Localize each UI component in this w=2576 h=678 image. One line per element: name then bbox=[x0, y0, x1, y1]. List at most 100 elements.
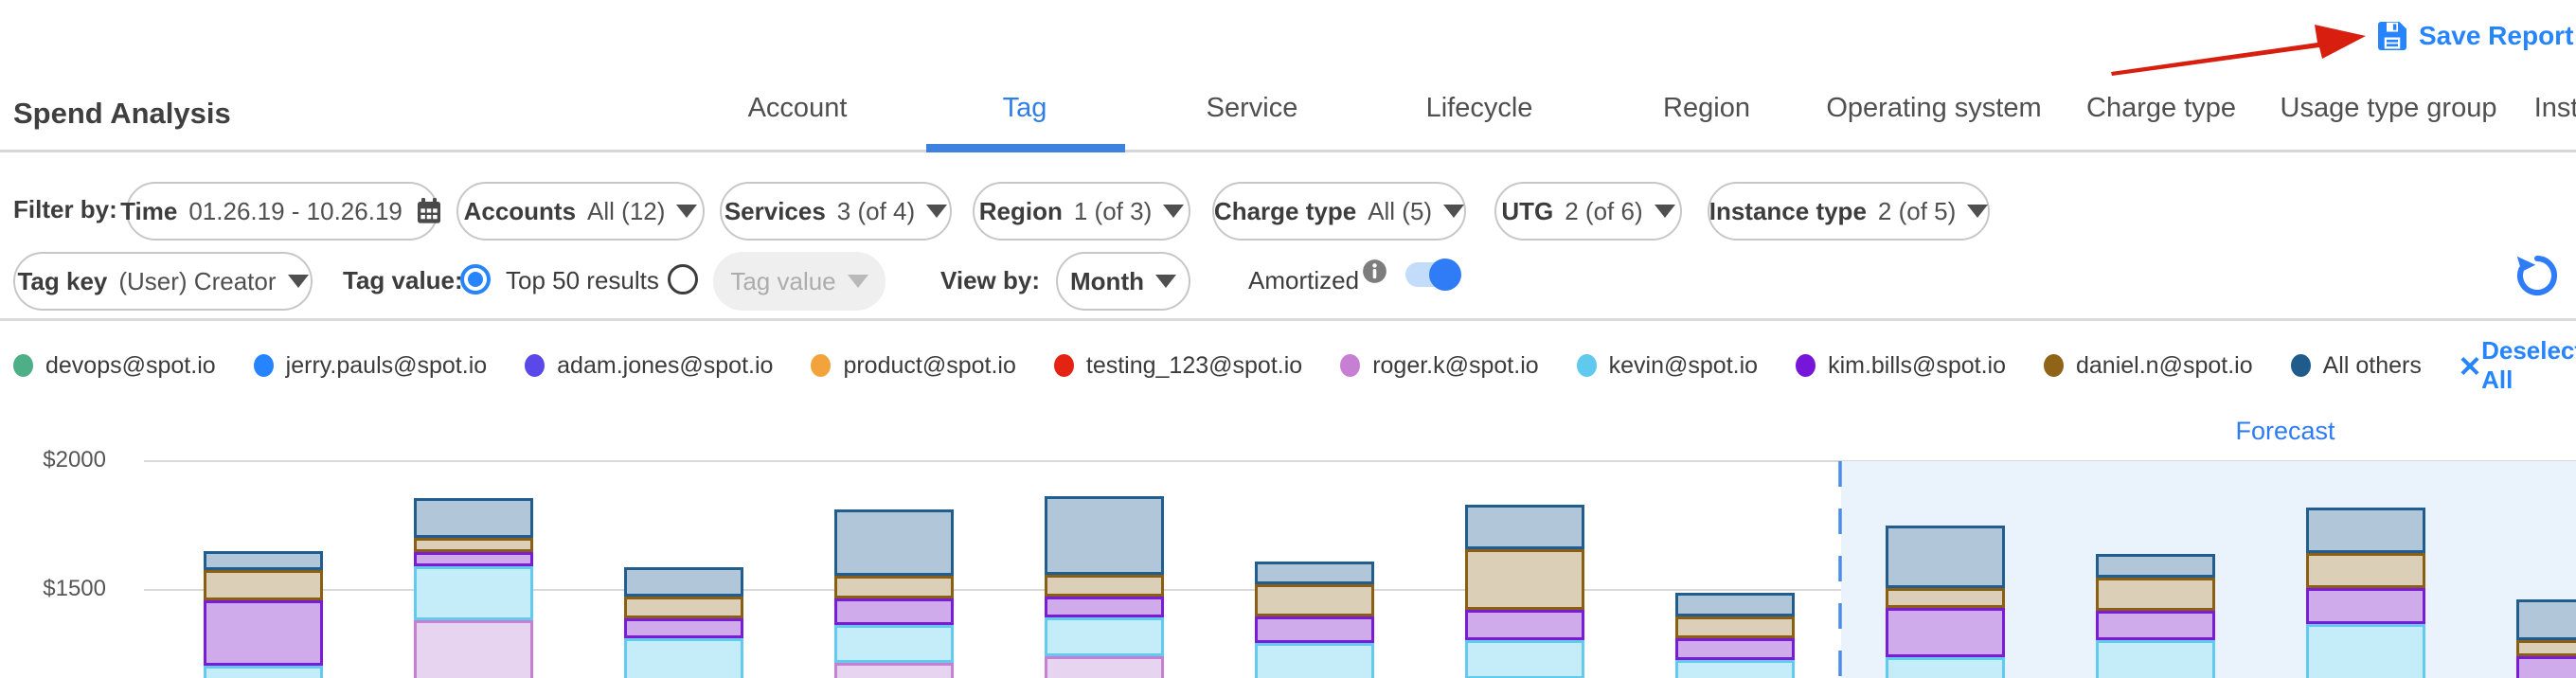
bar-segment[interactable] bbox=[2306, 508, 2425, 553]
bar-segment[interactable] bbox=[1465, 610, 1584, 641]
bar-segment[interactable] bbox=[2306, 588, 2425, 624]
tab-account[interactable]: Account bbox=[684, 93, 911, 124]
instance-type-filter-pill[interactable]: Instance type 2 (of 5) bbox=[1708, 182, 1990, 241]
calendar-icon bbox=[414, 196, 444, 226]
bars-layer bbox=[0, 398, 2576, 678]
bar-segment[interactable] bbox=[834, 598, 954, 626]
bar-segment[interactable] bbox=[1255, 584, 1374, 616]
legend-item[interactable]: All others bbox=[2291, 352, 2422, 380]
tag-value-radio[interactable] bbox=[668, 264, 698, 294]
legend-item[interactable]: daniel.n@spot.io bbox=[2044, 352, 2253, 380]
bar-segment[interactable] bbox=[624, 618, 743, 637]
tab-region[interactable]: Region bbox=[1593, 93, 1820, 124]
bar-segment[interactable] bbox=[624, 597, 743, 618]
legend-item-label: testing_123@spot.io bbox=[1086, 352, 1302, 380]
bar-segment[interactable] bbox=[414, 498, 533, 538]
bar-segment[interactable] bbox=[204, 600, 323, 666]
bar-segment[interactable] bbox=[1886, 608, 2005, 657]
bar-segment[interactable] bbox=[414, 566, 533, 620]
legend-item[interactable]: roger.k@spot.io bbox=[1340, 352, 1538, 380]
bar-segment[interactable] bbox=[1255, 643, 1374, 678]
bar-segment[interactable] bbox=[2096, 578, 2215, 611]
bar-segment[interactable] bbox=[1886, 657, 2005, 678]
save-report-button[interactable]: Save Report bbox=[2375, 19, 2573, 53]
tag-key-pill[interactable]: Tag key (User) Creator bbox=[13, 252, 313, 311]
bar-segment[interactable] bbox=[1045, 575, 1164, 597]
legend-item[interactable]: devops@spot.io bbox=[13, 352, 216, 380]
reset-icon[interactable] bbox=[2512, 250, 2563, 301]
bar-segment[interactable] bbox=[1045, 597, 1164, 617]
bar-segment[interactable] bbox=[414, 620, 533, 678]
tab-operating-system[interactable]: Operating system bbox=[1820, 93, 2048, 124]
bar-segment[interactable] bbox=[1886, 526, 2005, 588]
bar-segment[interactable] bbox=[624, 567, 743, 597]
tab-charge-type[interactable]: Charge type bbox=[2048, 93, 2275, 124]
bar-segment[interactable] bbox=[1675, 660, 1795, 678]
deselect-all-button[interactable]: Deselect All bbox=[2460, 336, 2576, 395]
caret-down-icon bbox=[1443, 205, 1464, 218]
bar-segment[interactable] bbox=[414, 538, 533, 552]
legend-item[interactable]: kim.bills@spot.io bbox=[1796, 352, 2006, 380]
info-icon[interactable] bbox=[1362, 259, 1387, 284]
bar-segment[interactable] bbox=[834, 576, 954, 598]
bar-segment[interactable] bbox=[1045, 496, 1164, 575]
amortized-toggle[interactable] bbox=[1405, 262, 1458, 287]
caret-down-icon bbox=[1967, 205, 1988, 218]
legend-item-label: kevin@spot.io bbox=[1609, 352, 1758, 380]
accounts-filter-pill[interactable]: Accounts All (12) bbox=[456, 182, 705, 241]
deselect-x-icon bbox=[2460, 356, 2474, 375]
services-filter-pill[interactable]: Services 3 (of 4) bbox=[720, 182, 952, 241]
view-by-dropdown[interactable]: Month bbox=[1056, 252, 1190, 311]
legend-item[interactable]: kevin@spot.io bbox=[1577, 352, 1758, 380]
tag-value-dropdown: Tag value bbox=[713, 252, 886, 311]
bar-segment[interactable] bbox=[1045, 617, 1164, 656]
instance-type-filter-value: 2 (of 5) bbox=[1878, 197, 1956, 226]
bar-segment[interactable] bbox=[1465, 505, 1584, 549]
charge-type-filter-pill[interactable]: Charge type All (5) bbox=[1212, 182, 1466, 241]
bar-segment[interactable] bbox=[204, 551, 323, 570]
bar-segment[interactable] bbox=[624, 638, 743, 678]
bar-segment[interactable] bbox=[204, 666, 323, 678]
time-filter-pill[interactable]: Time 01.26.19 - 10.26.19 bbox=[126, 182, 438, 241]
legend-item[interactable]: testing_123@spot.io bbox=[1054, 352, 1302, 380]
top-50-results-radio[interactable] bbox=[460, 264, 491, 294]
tab-tag[interactable]: Tag bbox=[911, 93, 1138, 124]
bar-segment[interactable] bbox=[1465, 640, 1584, 678]
legend-dot-icon bbox=[2291, 354, 2311, 377]
utg-filter-pill[interactable]: UTG 2 (of 6) bbox=[1494, 182, 1682, 241]
bar-segment[interactable] bbox=[1255, 562, 1374, 584]
bar-segment[interactable] bbox=[1886, 588, 2005, 609]
amortized-label: Amortized bbox=[1248, 266, 1359, 295]
bar-segment[interactable] bbox=[2306, 624, 2425, 678]
legend-item[interactable]: jerry.pauls@spot.io bbox=[254, 352, 488, 380]
tab-usage-type-group[interactable]: Usage type group bbox=[2275, 93, 2502, 124]
legend-item[interactable]: product@spot.io bbox=[811, 352, 1015, 380]
bar-segment[interactable] bbox=[834, 663, 954, 678]
bar-segment[interactable] bbox=[1675, 616, 1795, 638]
tab-service[interactable]: Service bbox=[1138, 93, 1366, 124]
top-50-results-label: Top 50 results bbox=[506, 266, 659, 295]
bar-segment[interactable] bbox=[1675, 593, 1795, 616]
bar-segment[interactable] bbox=[1045, 656, 1164, 678]
bar-segment[interactable] bbox=[1465, 549, 1584, 610]
bar-segment[interactable] bbox=[1675, 638, 1795, 660]
region-filter-label: Region bbox=[979, 197, 1063, 226]
tab-instance-type[interactable]: Instance type bbox=[2502, 93, 2576, 124]
bar-segment[interactable] bbox=[2096, 640, 2215, 678]
bar-segment[interactable] bbox=[2516, 599, 2576, 641]
bar-segment[interactable] bbox=[2096, 554, 2215, 578]
bar-segment[interactable] bbox=[1255, 616, 1374, 644]
caret-down-icon bbox=[926, 205, 947, 218]
bar-segment[interactable] bbox=[2516, 640, 2576, 655]
bar-segment[interactable] bbox=[834, 509, 954, 576]
bar-segment[interactable] bbox=[2516, 656, 2576, 678]
tag-key-label: Tag key bbox=[17, 267, 107, 296]
bar-segment[interactable] bbox=[414, 552, 533, 566]
bar-segment[interactable] bbox=[2306, 553, 2425, 588]
bar-segment[interactable] bbox=[834, 625, 954, 662]
bar-segment[interactable] bbox=[2096, 611, 2215, 640]
bar-segment[interactable] bbox=[204, 570, 323, 600]
tab-lifecycle[interactable]: Lifecycle bbox=[1366, 93, 1593, 124]
legend-item[interactable]: adam.jones@spot.io bbox=[525, 352, 773, 380]
region-filter-pill[interactable]: Region 1 (of 3) bbox=[973, 182, 1190, 241]
